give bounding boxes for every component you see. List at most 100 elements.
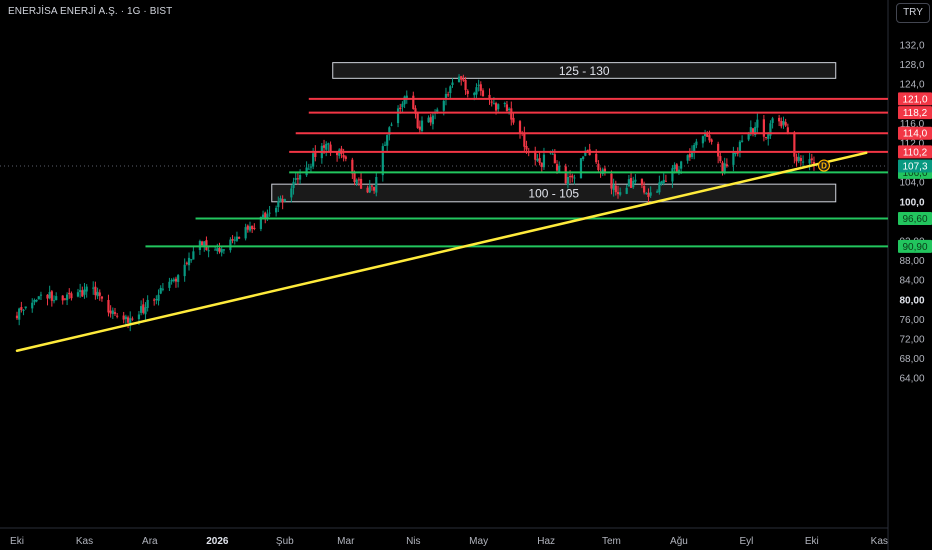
- candle-body: [564, 166, 567, 184]
- candle-body: [479, 84, 482, 91]
- candle-body: [686, 155, 689, 161]
- candle-body: [497, 104, 500, 110]
- candle-body: [416, 112, 419, 128]
- candle-body: [475, 87, 478, 95]
- candle-body: [18, 308, 21, 320]
- candle-body: [174, 278, 178, 282]
- candle-body: [200, 241, 204, 246]
- candle-body: [122, 315, 125, 320]
- price-zone: 100 - 105: [271, 183, 837, 203]
- current-price-tag: 107,3: [898, 159, 932, 173]
- y-tick-label: 104,0: [899, 178, 924, 189]
- current-price-label: 107,3: [902, 162, 927, 173]
- x-tick-label: May: [469, 536, 488, 547]
- candle-body: [473, 92, 476, 96]
- candle-body: [525, 146, 528, 150]
- candle-body: [741, 140, 744, 142]
- candle-body: [396, 108, 400, 124]
- currency-button[interactable]: TRY: [896, 3, 930, 23]
- y-tick-label: 80,00: [899, 295, 924, 306]
- candle-body: [157, 294, 160, 301]
- candle-body: [403, 96, 406, 105]
- candle-body: [429, 117, 432, 123]
- y-tick-label: 72,00: [899, 335, 924, 346]
- candle-body: [782, 120, 785, 125]
- candle-body: [231, 239, 234, 241]
- candle-body: [33, 299, 36, 303]
- candle-body: [778, 117, 781, 122]
- candle-body: [35, 299, 38, 302]
- candle-body: [810, 158, 813, 161]
- y-tick-label: 68,00: [899, 354, 924, 365]
- candle-body: [738, 141, 742, 153]
- candle-body: [109, 310, 112, 314]
- candle-body: [764, 137, 768, 139]
- candle-body: [205, 240, 208, 251]
- candle-body: [126, 317, 130, 323]
- x-tick-label: Ara: [142, 536, 158, 547]
- candle-body: [70, 293, 73, 299]
- candle-body: [292, 181, 295, 189]
- x-tick-label: Kas: [76, 536, 93, 547]
- candle-body: [261, 214, 265, 218]
- candle-body: [268, 212, 271, 214]
- candle-body: [22, 309, 25, 311]
- resistance-label: 118,2: [903, 108, 928, 119]
- candle-body: [523, 132, 526, 147]
- candle-body: [799, 158, 802, 161]
- candle-body: [294, 178, 297, 181]
- candle-body: [63, 298, 67, 300]
- candle-body: [168, 281, 171, 288]
- candle-body: [131, 318, 134, 320]
- candle-body: [808, 159, 811, 164]
- price-chart[interactable]: 132,0128,0124,0116,0112,0104,0100,092,00…: [0, 0, 932, 550]
- candle-body: [111, 310, 114, 315]
- candle-body: [614, 185, 617, 193]
- candle-body: [695, 141, 698, 146]
- candle-body: [142, 304, 145, 313]
- candle-body: [312, 153, 315, 167]
- candle-body: [662, 179, 665, 183]
- candle-body: [92, 287, 95, 289]
- candle-body: [238, 237, 241, 239]
- candle-body: [355, 179, 358, 184]
- candle-body: [65, 294, 69, 301]
- candle-body: [309, 166, 313, 168]
- candle-body: [551, 153, 554, 155]
- candle-body: [555, 164, 559, 171]
- candle-body: [656, 191, 659, 193]
- candle-body: [161, 288, 164, 290]
- candle-body: [218, 248, 221, 252]
- candle-body: [449, 86, 452, 94]
- candle-body: [780, 121, 783, 127]
- candle-body: [187, 257, 191, 266]
- candle-body: [68, 292, 71, 295]
- dividend-marker[interactable]: D: [817, 159, 831, 172]
- candle-body: [477, 84, 480, 86]
- chart-title: ENERJİSA ENERJİ A.Ş. · 1G · BIST: [8, 6, 173, 17]
- candle-body: [701, 136, 705, 144]
- candle-body: [283, 198, 286, 202]
- candle-body: [431, 115, 435, 125]
- candle-body: [31, 302, 34, 309]
- candle-body: [327, 143, 330, 145]
- candle-body: [418, 126, 421, 130]
- y-tick-label: 64,00: [899, 374, 924, 385]
- candle: [675, 163, 678, 173]
- candle-body: [20, 307, 23, 310]
- zone-label: 100 - 105: [528, 186, 579, 200]
- candle-body: [229, 239, 232, 251]
- candle-body: [359, 178, 363, 189]
- candle-body: [643, 186, 646, 193]
- candle-body: [370, 185, 374, 187]
- candle-body: [719, 156, 722, 162]
- candle-body: [647, 192, 650, 198]
- candle-body: [83, 289, 86, 295]
- x-tick-label: Eki: [10, 536, 24, 547]
- candle-body: [298, 175, 302, 180]
- candle-body: [124, 316, 127, 320]
- candle-body: [190, 259, 193, 261]
- candle-body: [442, 100, 445, 111]
- candle-body: [658, 182, 661, 193]
- candle-body: [233, 239, 236, 241]
